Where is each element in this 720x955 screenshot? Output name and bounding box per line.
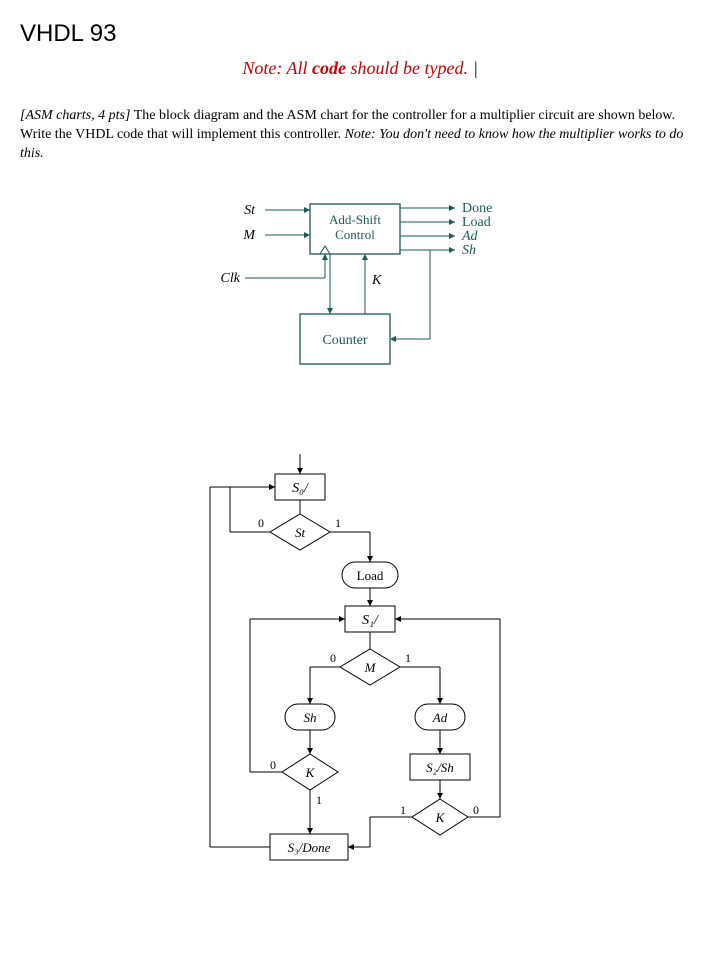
m-zero: 0 bbox=[330, 651, 336, 665]
state-s0: S₀/ bbox=[292, 481, 309, 496]
state-s3: S₃/Done bbox=[288, 840, 331, 855]
st-zero: 0 bbox=[258, 516, 264, 530]
output-sh-oval: Sh bbox=[304, 710, 317, 725]
decision-m: M bbox=[364, 660, 377, 675]
state-s1: S₁/ bbox=[362, 613, 379, 628]
problem-text: [ASM charts, 4 pts] The block diagram an… bbox=[20, 107, 700, 164]
k-right-zero: 0 bbox=[473, 803, 479, 817]
add-shift-label-1: Add-Shift bbox=[329, 212, 381, 227]
state-s2: S₂/Sh bbox=[426, 760, 454, 775]
output-load-oval: Load bbox=[357, 568, 384, 583]
decision-k-left: K bbox=[305, 765, 316, 780]
input-m: M bbox=[242, 228, 256, 243]
decision-k-right: K bbox=[435, 810, 446, 825]
k-left-zero: 0 bbox=[270, 758, 276, 772]
input-clk: Clk bbox=[221, 271, 241, 286]
output-load: Load bbox=[462, 215, 491, 230]
note-prefix: Note: All bbox=[242, 58, 312, 78]
block-diagram: Add-Shift Control St M Clk Done Load Ad … bbox=[170, 194, 550, 414]
k-right-one: 1 bbox=[400, 803, 406, 817]
input-st: St bbox=[244, 203, 256, 218]
st-one: 1 bbox=[335, 516, 341, 530]
output-done: Done bbox=[462, 201, 492, 216]
output-ad-oval: Ad bbox=[432, 710, 448, 725]
asm-chart: S₀/ St 0 1 Load S₁/ M 0 1 Sh Ad K 0 1 S₂… bbox=[170, 454, 550, 914]
note-code-word: code bbox=[312, 58, 346, 78]
k-left-one: 1 bbox=[316, 793, 322, 807]
output-sh: Sh bbox=[462, 243, 476, 258]
output-ad: Ad bbox=[461, 229, 479, 244]
text-cursor: | bbox=[474, 58, 478, 78]
decision-st: St bbox=[295, 525, 306, 540]
problem-lead: [ASM charts, 4 pts] bbox=[20, 108, 130, 123]
page-title: VHDL 93 bbox=[20, 20, 700, 48]
signal-k: K bbox=[371, 273, 382, 288]
m-one: 1 bbox=[405, 651, 411, 665]
note-suffix: should be typed. bbox=[346, 58, 468, 78]
note-line: Note: All code should be typed. | bbox=[20, 58, 700, 79]
counter-label: Counter bbox=[322, 333, 367, 348]
add-shift-label-2: Control bbox=[335, 227, 375, 242]
